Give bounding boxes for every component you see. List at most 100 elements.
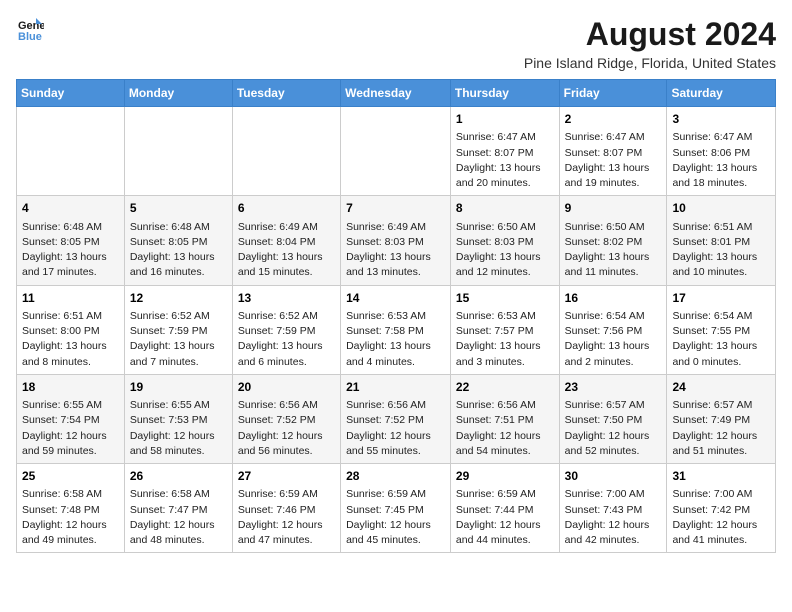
day-number: 17 <box>672 290 770 307</box>
cell-content: 4Sunrise: 6:48 AM Sunset: 8:05 PM Daylig… <box>22 200 119 280</box>
week-row-3: 11Sunrise: 6:51 AM Sunset: 8:00 PM Dayli… <box>17 285 776 374</box>
cell-content: 30Sunrise: 7:00 AM Sunset: 7:43 PM Dayli… <box>565 468 662 548</box>
day-number: 18 <box>22 379 119 396</box>
cell-3-1: 19Sunrise: 6:55 AM Sunset: 7:53 PM Dayli… <box>124 374 232 463</box>
day-info: Sunrise: 6:56 AM Sunset: 7:51 PM Dayligh… <box>456 398 554 459</box>
cell-4-5: 30Sunrise: 7:00 AM Sunset: 7:43 PM Dayli… <box>559 464 667 553</box>
header: General Blue August 2024 Pine Island Rid… <box>16 16 776 71</box>
cell-content: 25 Sunrise: 6:58 AM Sunset: 7:48 PM Dayli… <box>22 468 119 548</box>
day-info: Sunrise: 6:57 AM Sunset: 7:49 PM Dayligh… <box>672 398 770 459</box>
cell-4-0: 25 Sunrise: 6:58 AM Sunset: 7:48 PM Dayli… <box>17 464 125 553</box>
header-tuesday: Tuesday <box>232 80 340 107</box>
header-saturday: Saturday <box>667 80 776 107</box>
day-info: Sunrise: 6:47 AM Sunset: 8:06 PM Dayligh… <box>672 130 770 191</box>
week-row-1: 1 Sunrise: 6:47 AM Sunset: 8:07 PM Daylig… <box>17 107 776 196</box>
cell-content: 23 Sunrise: 6:57 AM Sunset: 7:50 PM Dayli… <box>565 379 662 459</box>
cell-1-5: 9 Sunrise: 6:50 AM Sunset: 8:02 PM Daylig… <box>559 196 667 285</box>
day-info: Sunrise: 6:52 AM Sunset: 7:59 PM Dayligh… <box>130 309 227 370</box>
cell-1-4: 8Sunrise: 6:50 AM Sunset: 8:03 PM Daylig… <box>450 196 559 285</box>
cell-0-6: 3 Sunrise: 6:47 AM Sunset: 8:06 PM Daylig… <box>667 107 776 196</box>
day-number: 24 <box>672 379 770 396</box>
cell-3-6: 24 Sunrise: 6:57 AM Sunset: 7:49 PM Dayli… <box>667 374 776 463</box>
logo-icon: General Blue <box>16 16 44 44</box>
cell-3-4: 22 Sunrise: 6:56 AM Sunset: 7:51 PM Dayli… <box>450 374 559 463</box>
day-number: 25 <box>22 468 119 485</box>
day-info: Sunrise: 6:53 AM Sunset: 7:58 PM Dayligh… <box>346 309 445 370</box>
day-info: Sunrise: 6:54 AM Sunset: 7:56 PM Dayligh… <box>565 309 662 370</box>
day-info: Sunrise: 6:50 AM Sunset: 8:02 PM Dayligh… <box>565 220 662 281</box>
cell-content: 2 Sunrise: 6:47 AM Sunset: 8:07 PM Daylig… <box>565 111 662 191</box>
day-info: Sunrise: 6:58 AM Sunset: 7:47 PM Dayligh… <box>130 487 227 548</box>
cell-0-0 <box>17 107 125 196</box>
cell-content: 26Sunrise: 6:58 AM Sunset: 7:47 PM Dayli… <box>130 468 227 548</box>
cell-4-6: 31Sunrise: 7:00 AM Sunset: 7:42 PM Dayli… <box>667 464 776 553</box>
title-area: August 2024 Pine Island Ridge, Florida, … <box>524 16 776 71</box>
day-number: 20 <box>238 379 335 396</box>
cell-content: 1Sunrise: 6:47 AM Sunset: 8:07 PM Daylig… <box>456 111 554 191</box>
week-row-4: 18 Sunrise: 6:55 AM Sunset: 7:54 PM Dayli… <box>17 374 776 463</box>
cell-content: 10Sunrise: 6:51 AM Sunset: 8:01 PM Dayli… <box>672 200 770 280</box>
cell-2-1: 12Sunrise: 6:52 AM Sunset: 7:59 PM Dayli… <box>124 285 232 374</box>
cell-0-3 <box>341 107 451 196</box>
cell-content: 7 Sunrise: 6:49 AM Sunset: 8:03 PM Daylig… <box>346 200 445 280</box>
cell-2-3: 14 Sunrise: 6:53 AM Sunset: 7:58 PM Dayli… <box>341 285 451 374</box>
header-sunday: Sunday <box>17 80 125 107</box>
cell-content: 16 Sunrise: 6:54 AM Sunset: 7:56 PM Dayli… <box>565 290 662 370</box>
day-number: 7 <box>346 200 445 217</box>
week-row-5: 25 Sunrise: 6:58 AM Sunset: 7:48 PM Dayli… <box>17 464 776 553</box>
day-number: 23 <box>565 379 662 396</box>
day-number: 31 <box>672 468 770 485</box>
day-info: Sunrise: 6:48 AM Sunset: 8:05 PM Dayligh… <box>130 220 227 281</box>
cell-3-0: 18 Sunrise: 6:55 AM Sunset: 7:54 PM Dayli… <box>17 374 125 463</box>
day-info: Sunrise: 6:48 AM Sunset: 8:05 PM Dayligh… <box>22 220 119 281</box>
cell-4-3: 28Sunrise: 6:59 AM Sunset: 7:45 PM Dayli… <box>341 464 451 553</box>
day-info: Sunrise: 6:55 AM Sunset: 7:54 PM Dayligh… <box>22 398 119 459</box>
cell-content: 21Sunrise: 6:56 AM Sunset: 7:52 PM Dayli… <box>346 379 445 459</box>
cell-content: 8Sunrise: 6:50 AM Sunset: 8:03 PM Daylig… <box>456 200 554 280</box>
day-info: Sunrise: 6:58 AM Sunset: 7:48 PM Dayligh… <box>22 487 119 548</box>
day-info: Sunrise: 6:49 AM Sunset: 8:04 PM Dayligh… <box>238 220 335 281</box>
location-title: Pine Island Ridge, Florida, United State… <box>524 55 776 71</box>
cell-4-1: 26Sunrise: 6:58 AM Sunset: 7:47 PM Dayli… <box>124 464 232 553</box>
day-info: Sunrise: 6:51 AM Sunset: 8:00 PM Dayligh… <box>22 309 119 370</box>
cell-content: 3 Sunrise: 6:47 AM Sunset: 8:06 PM Daylig… <box>672 111 770 191</box>
cell-content: 29 Sunrise: 6:59 AM Sunset: 7:44 PM Dayli… <box>456 468 554 548</box>
logo: General Blue <box>16 16 44 44</box>
day-info: Sunrise: 6:47 AM Sunset: 8:07 PM Dayligh… <box>565 130 662 191</box>
day-number: 1 <box>456 111 554 128</box>
day-info: Sunrise: 6:56 AM Sunset: 7:52 PM Dayligh… <box>346 398 445 459</box>
cell-2-0: 11Sunrise: 6:51 AM Sunset: 8:00 PM Dayli… <box>17 285 125 374</box>
cell-content: 5Sunrise: 6:48 AM Sunset: 8:05 PM Daylig… <box>130 200 227 280</box>
cell-content: 17Sunrise: 6:54 AM Sunset: 7:55 PM Dayli… <box>672 290 770 370</box>
day-number: 2 <box>565 111 662 128</box>
cell-content: 14 Sunrise: 6:53 AM Sunset: 7:58 PM Dayli… <box>346 290 445 370</box>
header-thursday: Thursday <box>450 80 559 107</box>
day-info: Sunrise: 6:59 AM Sunset: 7:44 PM Dayligh… <box>456 487 554 548</box>
day-number: 9 <box>565 200 662 217</box>
page-container: General Blue August 2024 Pine Island Rid… <box>16 16 776 553</box>
cell-content: 22 Sunrise: 6:56 AM Sunset: 7:51 PM Dayli… <box>456 379 554 459</box>
cell-0-4: 1Sunrise: 6:47 AM Sunset: 8:07 PM Daylig… <box>450 107 559 196</box>
cell-3-3: 21Sunrise: 6:56 AM Sunset: 7:52 PM Dayli… <box>341 374 451 463</box>
day-info: Sunrise: 6:49 AM Sunset: 8:03 PM Dayligh… <box>346 220 445 281</box>
day-number: 14 <box>346 290 445 307</box>
cell-1-0: 4Sunrise: 6:48 AM Sunset: 8:05 PM Daylig… <box>17 196 125 285</box>
cell-0-5: 2 Sunrise: 6:47 AM Sunset: 8:07 PM Daylig… <box>559 107 667 196</box>
day-number: 29 <box>456 468 554 485</box>
day-number: 3 <box>672 111 770 128</box>
day-number: 16 <box>565 290 662 307</box>
cell-2-5: 16 Sunrise: 6:54 AM Sunset: 7:56 PM Dayli… <box>559 285 667 374</box>
day-number: 22 <box>456 379 554 396</box>
day-number: 27 <box>238 468 335 485</box>
day-number: 19 <box>130 379 227 396</box>
cell-0-2 <box>232 107 340 196</box>
day-info: Sunrise: 6:57 AM Sunset: 7:50 PM Dayligh… <box>565 398 662 459</box>
cell-1-6: 10Sunrise: 6:51 AM Sunset: 8:01 PM Dayli… <box>667 196 776 285</box>
week-row-2: 4Sunrise: 6:48 AM Sunset: 8:05 PM Daylig… <box>17 196 776 285</box>
cell-1-2: 6Sunrise: 6:49 AM Sunset: 8:04 PM Daylig… <box>232 196 340 285</box>
day-number: 30 <box>565 468 662 485</box>
day-number: 10 <box>672 200 770 217</box>
cell-content: 15Sunrise: 6:53 AM Sunset: 7:57 PM Dayli… <box>456 290 554 370</box>
cell-content: 28Sunrise: 6:59 AM Sunset: 7:45 PM Dayli… <box>346 468 445 548</box>
weekday-header-row: Sunday Monday Tuesday Wednesday Thursday… <box>17 80 776 107</box>
